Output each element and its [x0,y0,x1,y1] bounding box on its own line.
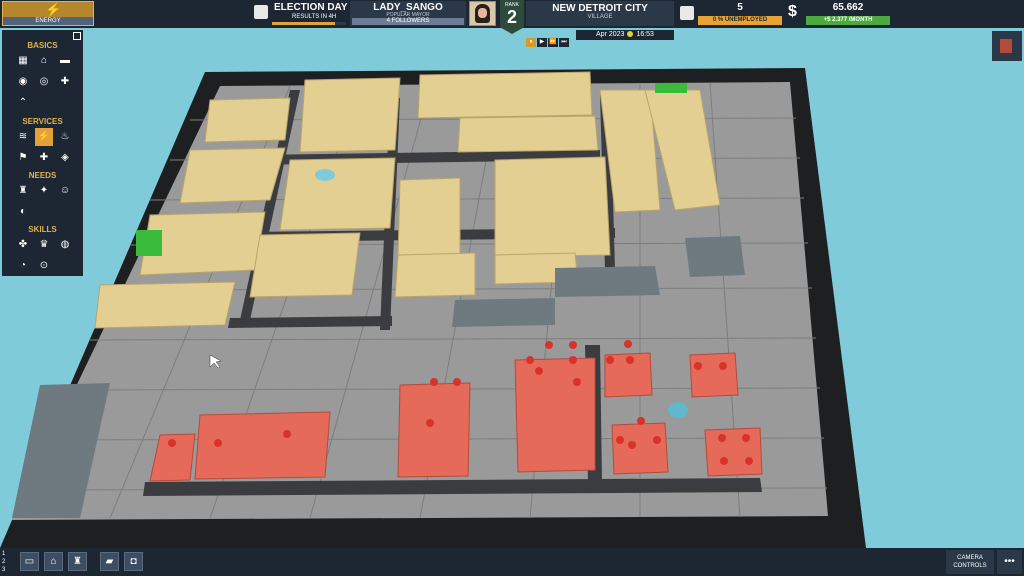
city-map[interactable] [0,0,1024,576]
upgrade-chevrons-icon[interactable]: ⌃ [14,94,32,112]
residential-block [279,157,396,231]
puzzle-icon[interactable]: ✤ [14,236,32,254]
sun-icon [627,31,634,38]
ballot-box-icon [254,5,268,19]
lightning-bolt-icon: ⚡ [45,2,62,17]
date-display: Apr 2023 16:53 [576,30,674,40]
residential-block [417,71,593,119]
residential-block [457,115,599,153]
health-icon[interactable]: ✚ [35,149,53,167]
election-subtitle: RESULTS IN 4H [292,14,337,20]
date-text: Apr 2023 [596,31,625,38]
fastest-button[interactable]: ⏭ [559,38,569,47]
camera-controls-button[interactable]: CAMERA CONTROLS [946,550,994,574]
industrial-block [397,382,471,478]
commerce-icon[interactable]: ▬ [56,52,74,70]
industrial-block [704,427,763,477]
speed-controls: ⏸ ▶ ⏩ ⏭ [526,30,574,47]
election-title: ELECTION DAY [274,2,348,13]
industrial-block [514,357,596,473]
residential-block [204,97,291,143]
residential-block [494,156,611,258]
energy-label: ENERGY [3,17,93,25]
bottom-bar: 1 2 3 ▭ ⌂ ♜ ▰ ◘ CAMERA CONTROLS ••• [0,548,1024,576]
avatar-face [478,8,487,18]
tower-icon[interactable]: ♜ [68,552,87,571]
hotbar-numbers: 1 2 3 [2,550,5,574]
bulldozer-icon[interactable]: ▰ [100,552,119,571]
jobs-panel[interactable]: 5 0 % UNEMPLOYED [678,1,782,26]
city-tier: VILLAGE [587,14,613,20]
clock-text: 16:53 [636,31,654,38]
energy-button[interactable]: ⚡ ENERGY [2,1,94,26]
build-sidebar: BASICS ▦ ⌂ ▬ ◉ ◎ ✚ ⌃ SERVICES ≋ ⚡ ♨ ⚑ ✚ … [2,30,83,276]
vehicle-icon[interactable]: ◘ [124,552,143,571]
magnifier-icon[interactable]: ⊙ [35,257,53,275]
mayor-panel[interactable]: LADY_SANGO POPULAR MAYOR 4 FOLLOWERS [350,1,466,26]
energy-service-icon[interactable]: ⚡ [35,128,53,146]
shopping-bag-icon[interactable]: ♜ [14,182,32,200]
police-icon[interactable]: ⚑ [14,149,32,167]
residential-block [394,252,476,298]
dollar-icon: $ [788,3,797,20]
fast-forward-button[interactable]: ⏩ [548,38,558,47]
residential-block [397,177,461,258]
city-panel[interactable]: NEW DETROIT CITY VILLAGE [526,1,674,26]
park [655,83,687,93]
pause-button[interactable]: ⏸ [526,38,536,47]
water-tap-icon[interactable]: ≋ [14,128,32,146]
money-panel[interactable]: $ 65.662 +$ 2.377 /MONTH [786,1,890,26]
trophy-icon[interactable]: ♛ [35,236,53,254]
hotbar-number[interactable]: 2 [2,558,5,566]
car-icon[interactable]: ▭ [20,552,39,571]
town-hall-icon[interactable]: ⌂ [44,552,63,571]
city-overview-button[interactable] [992,31,1022,61]
avatar[interactable] [469,1,496,26]
followers-count: 4 FOLLOWERS [352,18,464,25]
section-basics: BASICS [27,41,58,50]
play-button[interactable]: ▶ [537,38,547,47]
jobs-icon [680,6,694,20]
industrial-block [611,422,669,475]
election-progress-bar [272,22,346,25]
entertainment-icon[interactable]: ✦ [35,182,53,200]
collapse-icon[interactable] [73,32,81,40]
industrial-block [689,352,739,398]
residential-icon[interactable]: ⌂ [35,52,53,70]
residential-block [94,281,236,329]
water-drop-icon[interactable]: ◉ [14,73,32,91]
section-needs: NEEDS [28,171,57,180]
zone-grid-icon[interactable]: ▦ [14,52,32,70]
residential-block [249,232,361,298]
tools-icon[interactable]: ✚ [56,73,74,91]
fire-icon[interactable]: ♨ [56,128,74,146]
pond [315,169,335,181]
rank-badge[interactable]: RANK 2 [500,0,524,34]
residential-block [179,147,286,204]
hotbar-number[interactable]: 3 [2,566,5,574]
people-icon[interactable]: ☺ [56,182,74,200]
globe-icon[interactable]: ◍ [56,236,74,254]
education-icon[interactable]: ◈ [56,149,74,167]
residential-block [299,77,401,153]
election-panel[interactable]: ELECTION DAY RESULTS IN 4H [252,1,348,26]
pond [668,402,688,418]
park [136,230,162,256]
monthly-income: +$ 2.377 /MONTH [806,16,890,25]
road-icon[interactable]: ◎ [35,73,53,91]
section-skills: SKILLS [28,225,57,234]
unemployment-badge: 0 % UNEMPLOYED [698,16,782,25]
building-icon [1000,39,1012,53]
hotbar-number[interactable]: 1 [2,550,5,558]
more-menu-button[interactable]: ••• [997,550,1022,574]
fitness-icon[interactable]: ◐ [14,203,32,221]
jobs-value: 5 [737,2,743,13]
city-name: NEW DETROIT CITY [552,3,648,14]
section-services: SERVICES [22,117,63,126]
chat-icon[interactable]: ◔ [14,257,32,275]
rank-value: 2 [506,7,517,27]
money-balance: 65.662 [832,2,864,13]
